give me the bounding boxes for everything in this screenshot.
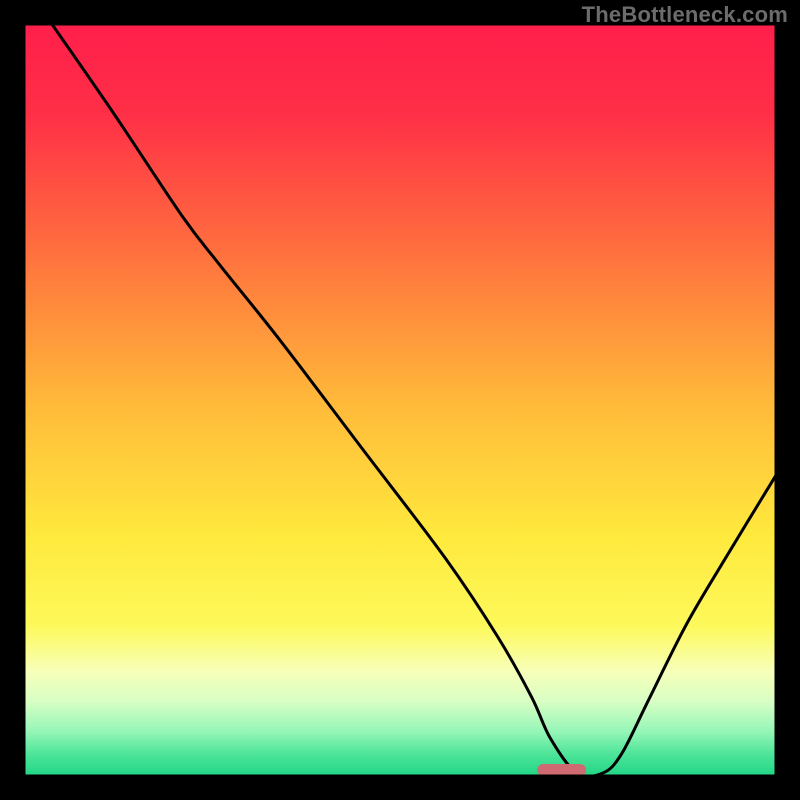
bottleneck-chart (0, 0, 800, 800)
watermark-text: TheBottleneck.com (582, 2, 788, 28)
plot-background (24, 24, 776, 776)
optimal-marker (537, 764, 586, 776)
chart-stage: TheBottleneck.com (0, 0, 800, 800)
